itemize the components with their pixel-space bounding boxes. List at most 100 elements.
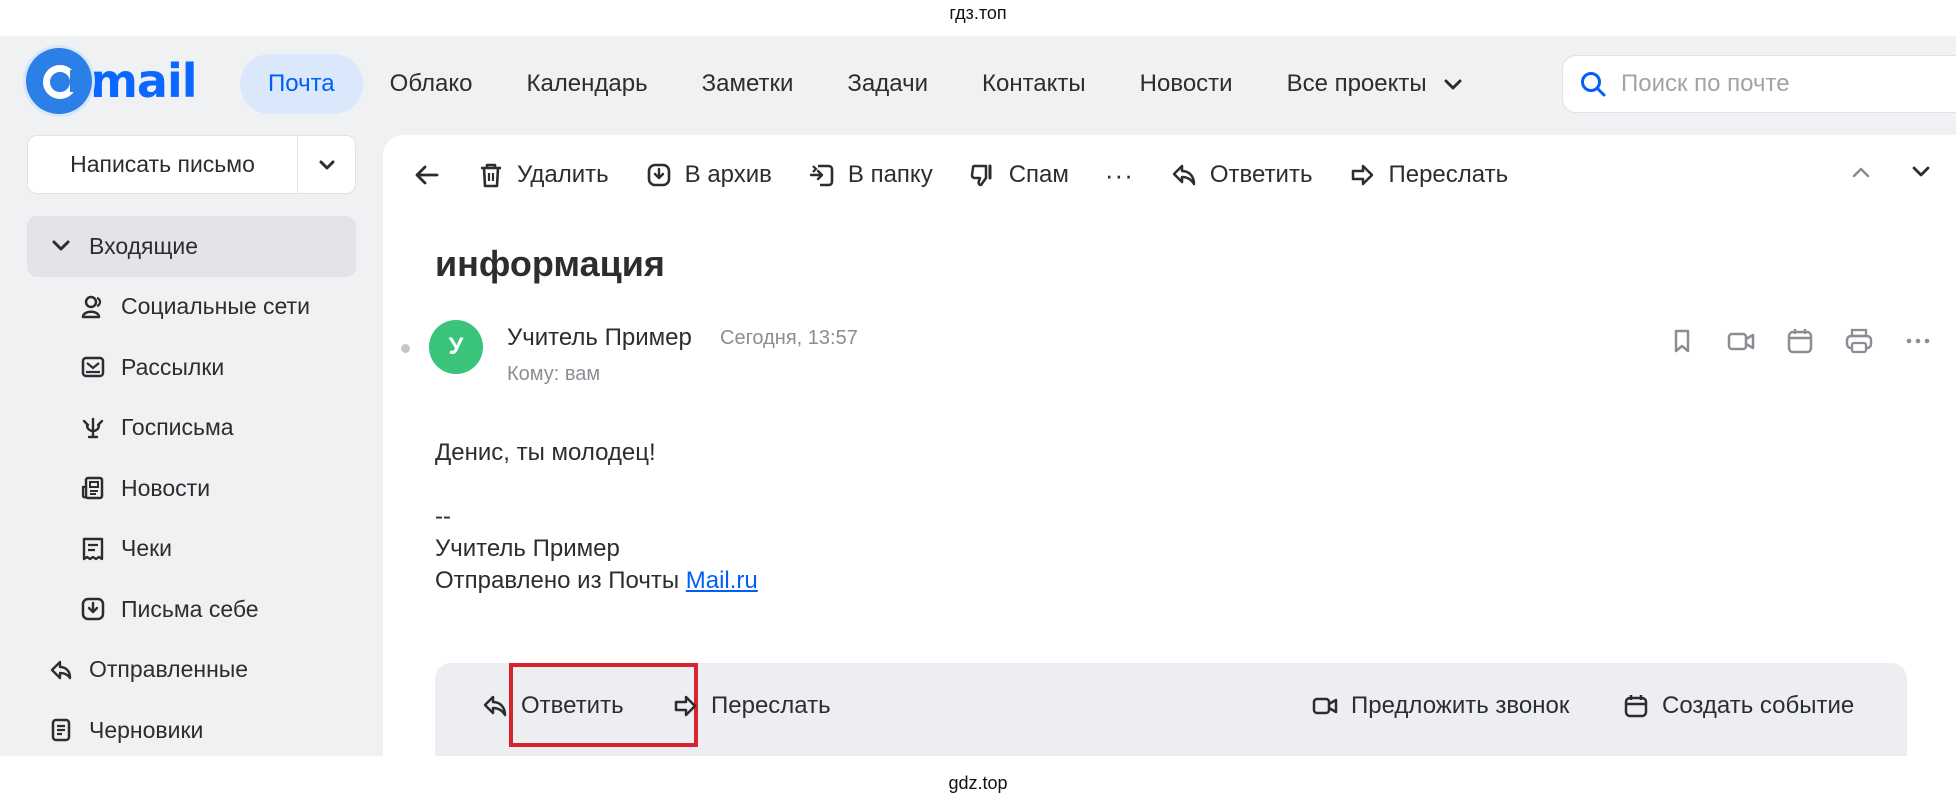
- compose-options-button[interactable]: [297, 136, 355, 193]
- bookmark-icon[interactable]: [1666, 325, 1698, 357]
- arrow-left-icon: [415, 165, 439, 185]
- compose-button[interactable]: Написать письмо: [28, 136, 297, 193]
- mail-logo[interactable]: mail: [26, 48, 198, 114]
- message-toolbar: Удалить В архив В папку Спам ··· Ответит…: [413, 135, 1544, 215]
- folder-drafts[interactable]: Черновики: [27, 700, 356, 756]
- calendar-icon[interactable]: [1784, 325, 1816, 357]
- archive-icon: [647, 163, 670, 187]
- unread-dot[interactable]: [401, 344, 410, 353]
- folder-gov-mail[interactable]: Госписьма: [27, 398, 356, 459]
- nav-all-projects-label: Все проекты: [1286, 70, 1427, 97]
- highlight-frame: [509, 663, 698, 747]
- calendar-icon: [1624, 695, 1648, 718]
- quick-forward-button[interactable]: Переслать: [671, 681, 831, 731]
- search-box[interactable]: [1562, 55, 1956, 113]
- video-call-icon[interactable]: [1725, 325, 1757, 357]
- chevron-down-icon[interactable]: [1906, 157, 1936, 187]
- folder-social[interactable]: Социальные сети: [27, 277, 356, 338]
- message-actions: [1666, 325, 1934, 357]
- nav-cloud[interactable]: Облако: [363, 54, 500, 114]
- chevron-down-icon: [319, 160, 334, 169]
- message-time: Сегодня, 13:57: [720, 327, 858, 349]
- reply-bar: Ответить Переслать Предложить звонок Соз…: [435, 663, 1907, 756]
- back-button[interactable]: [413, 161, 441, 189]
- sender-name[interactable]: Учитель Пример: [507, 324, 692, 352]
- chevron-up-icon[interactable]: [1846, 157, 1876, 187]
- nav-tasks[interactable]: Задачи: [820, 54, 955, 114]
- message-subject: информация: [435, 243, 665, 284]
- emblem-icon: [79, 414, 107, 442]
- folder-label: Новости: [121, 474, 211, 501]
- mail-app: mail Почта Облако Календарь Заметки Зада…: [0, 36, 1956, 756]
- chevron-down-icon: [47, 232, 75, 260]
- message-body: Денис, ты молодец! -- Учитель Пример Отп…: [435, 437, 758, 597]
- folder-label: Отправленные: [89, 656, 249, 683]
- video-call-icon: [1312, 697, 1338, 715]
- folder-list: Входящие Социальные сети Рассылки Госпис…: [27, 216, 356, 756]
- folder-notes-to-self[interactable]: Письма себе: [27, 579, 356, 640]
- logo-text: mail: [90, 54, 198, 108]
- more-actions-button[interactable]: ···: [1105, 160, 1134, 191]
- folder-label: Рассылки: [121, 353, 225, 380]
- draft-icon: [47, 716, 75, 744]
- archive-label: В архив: [684, 161, 772, 188]
- forward-icon: [674, 695, 697, 717]
- nav-contacts[interactable]: Контакты: [955, 54, 1113, 114]
- newsletter-icon: [79, 353, 107, 381]
- search-icon: [1581, 72, 1606, 97]
- search-input[interactable]: [1621, 70, 1921, 98]
- folder-inbox[interactable]: Входящие: [27, 216, 356, 277]
- nav-all-projects[interactable]: Все проекты: [1260, 54, 1491, 114]
- move-to-folder-button[interactable]: В папку: [808, 161, 933, 189]
- delete-label: Удалить: [517, 161, 609, 188]
- move-to-folder-label: В папку: [847, 161, 933, 188]
- message-recipients[interactable]: Кому: вам: [507, 363, 600, 386]
- spam-button[interactable]: Спам: [969, 161, 1069, 189]
- reply-button[interactable]: Ответить: [1170, 161, 1313, 189]
- folder-news[interactable]: Новости: [27, 458, 356, 519]
- forward-label: Переслать: [1388, 161, 1509, 188]
- folder-label: Черновики: [89, 716, 204, 743]
- reply-icon: [1172, 164, 1196, 186]
- reply-icon: [483, 695, 507, 717]
- create-event-label: Создать событие: [1662, 692, 1855, 719]
- forward-button[interactable]: Переслать: [1348, 161, 1508, 189]
- nav-news[interactable]: Новости: [1113, 54, 1260, 114]
- message-panel: Удалить В архив В папку Спам ··· Ответит…: [383, 135, 1956, 756]
- folder-receipts[interactable]: Чеки: [27, 519, 356, 580]
- news-icon: [79, 474, 107, 502]
- folder-newsletters[interactable]: Рассылки: [27, 337, 356, 398]
- archive-button[interactable]: В архив: [645, 161, 772, 189]
- propose-call-button[interactable]: Предложить звонок: [1311, 681, 1569, 731]
- body-line: [435, 469, 758, 501]
- folder-label: Письма себе: [121, 595, 259, 622]
- folder-label: Входящие: [89, 232, 199, 259]
- folder-sent[interactable]: Отправленные: [27, 640, 356, 701]
- body-line: --: [435, 503, 451, 530]
- more-icon[interactable]: [1902, 325, 1934, 357]
- sender-avatar[interactable]: У: [429, 320, 483, 374]
- reply-label: Ответить: [1209, 161, 1313, 188]
- propose-call-label: Предложить звонок: [1351, 692, 1570, 719]
- create-event-button[interactable]: Создать событие: [1622, 681, 1854, 731]
- nav-calendar[interactable]: Календарь: [499, 54, 674, 114]
- print-icon[interactable]: [1843, 325, 1875, 357]
- at-sign-icon: [26, 48, 92, 114]
- self-mail-icon: [79, 595, 107, 623]
- nav-notes[interactable]: Заметки: [675, 54, 821, 114]
- body-footer: Отправлено из Почты Mail.ru: [435, 565, 758, 597]
- spam-label: Спам: [1008, 161, 1069, 188]
- mailru-link[interactable]: Mail.ru: [686, 567, 758, 594]
- nav-mail[interactable]: Почта: [240, 54, 363, 114]
- sent-icon: [47, 656, 75, 684]
- quick-forward-label: Переслать: [711, 692, 831, 719]
- watermark-top: гдз.топ: [949, 3, 1007, 23]
- folder-label: Социальные сети: [121, 293, 310, 320]
- folder-label: Госписьма: [121, 414, 234, 441]
- quick-reply-button[interactable]: Ответить: [481, 663, 698, 747]
- delete-button[interactable]: Удалить: [477, 161, 609, 189]
- thumbs-down-icon: [970, 164, 992, 187]
- body-line: Учитель Пример: [435, 535, 620, 562]
- top-navigation: Почта Облако Календарь Заметки Задачи Ко…: [240, 54, 1490, 114]
- folder-label: Чеки: [121, 535, 173, 562]
